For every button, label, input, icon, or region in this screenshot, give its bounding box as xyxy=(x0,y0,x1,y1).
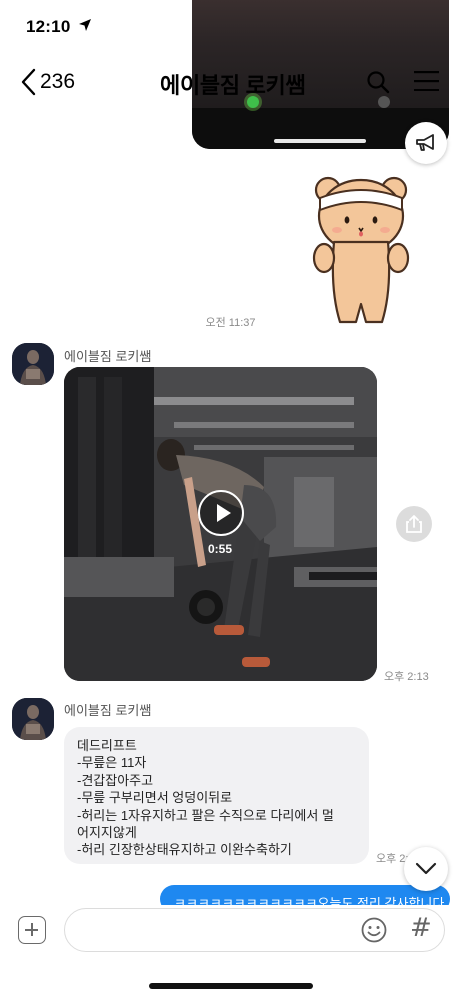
back-unread-count[interactable]: 236 xyxy=(40,70,75,94)
hashtag-icon[interactable]: # xyxy=(410,913,432,943)
message-line: -무릎은 11자 xyxy=(77,755,147,771)
chevron-down-icon[interactable] xyxy=(404,847,448,891)
plus-icon[interactable] xyxy=(18,916,46,944)
message-line: 어지지않게 xyxy=(77,825,137,841)
message-line: -허리 긴장한상태유지하고 이완수축하기 xyxy=(77,842,292,858)
bear-sticker[interactable] xyxy=(310,172,412,328)
play-icon[interactable] xyxy=(198,490,244,536)
search-icon[interactable] xyxy=(366,70,390,94)
emoji-icon[interactable] xyxy=(361,917,387,943)
home-indicator[interactable] xyxy=(149,983,313,989)
avatar-photo xyxy=(12,343,54,385)
video-duration: 0:55 xyxy=(208,542,233,556)
message-line: 데드리프트 xyxy=(77,738,137,753)
share-icon[interactable] xyxy=(396,506,432,542)
status-time: 12:10 xyxy=(26,17,71,36)
sender-name: 에이블짐 로키쌤 xyxy=(64,349,152,364)
menu-icon[interactable] xyxy=(414,71,439,91)
megaphone-icon[interactable] xyxy=(405,122,447,164)
message-line: -허리는 1자유지하고 팔은 수직으로 다리에서 멀 xyxy=(77,807,334,823)
chat-room-title: 에이블짐 로키쌤 xyxy=(160,73,306,98)
message-input[interactable] xyxy=(64,908,445,952)
message-bubble[interactable]: 데드리프트 -무릎은 11자 -견갑잡아주고 -무릎 구부리면서 엉덩이뒤로 -… xyxy=(64,727,369,864)
sender-name: 에이블짐 로키쌤 xyxy=(64,703,152,718)
message-timestamp: 오전 11:37 xyxy=(205,317,256,329)
chevron-left-icon[interactable] xyxy=(20,68,36,96)
message-time: 오후 2:13 xyxy=(384,671,429,683)
message-line: -무릎 구부리면서 엉덩이뒤로 xyxy=(77,790,233,806)
message-line: -견갑잡아주고 xyxy=(77,772,154,788)
sender-avatar[interactable] xyxy=(12,698,54,740)
sender-avatar[interactable] xyxy=(12,343,54,385)
pip-drag-handle[interactable] xyxy=(274,139,366,143)
pip-tab-share-icon[interactable] xyxy=(378,96,390,108)
avatar-photo xyxy=(12,698,54,740)
location-arrow-icon xyxy=(79,19,91,31)
